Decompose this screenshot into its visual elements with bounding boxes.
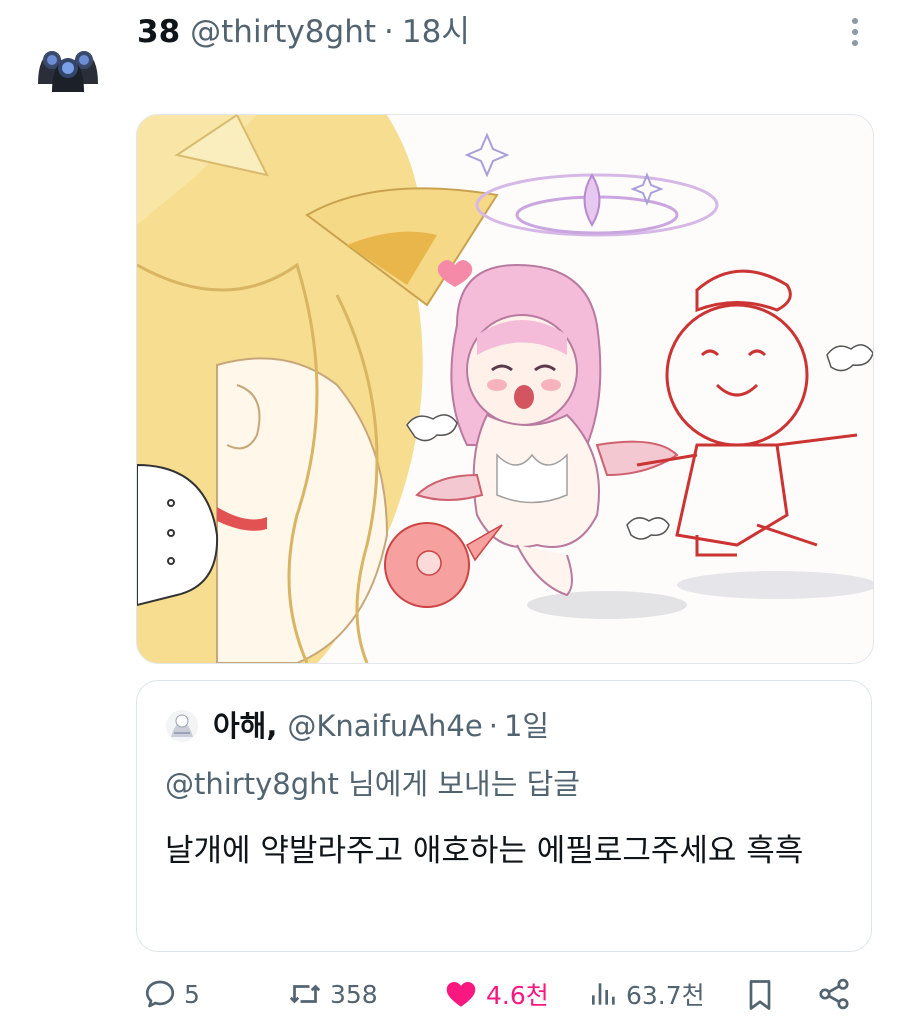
quoted-post-timestamp[interactable]: 1일 — [504, 705, 549, 747]
author-display-name[interactable]: 38 — [137, 10, 180, 54]
repost-button[interactable]: 358 — [286, 976, 378, 1012]
author-avatar[interactable] — [28, 22, 108, 102]
views-button[interactable]: 63.7천 — [588, 976, 705, 1012]
reply-context: @thirty8ght 님에게 보내는 답글 — [165, 767, 580, 801]
more-options-icon[interactable] — [842, 18, 868, 50]
heart-icon — [446, 982, 476, 1007]
like-count: 4.6천 — [486, 981, 549, 1010]
post-media-image[interactable] — [136, 114, 874, 664]
share-icon — [819, 978, 849, 1010]
quoted-post[interactable]: 아해, @KnaifuAh4e · 1일 @thirty8ght 님에게 보내는… — [136, 680, 872, 952]
quoted-author-avatar[interactable] — [165, 709, 199, 743]
header-separator: · — [384, 14, 394, 50]
views-icon — [592, 983, 615, 1005]
quoted-post-text: 날개에 약발라주고 애호하는 에필로그주세요 흑흑 — [165, 833, 804, 869]
tweet: 38 @thirty8ght · 18시 아해, @KnaifuAh4e · 1… — [0, 0, 900, 1022]
like-button[interactable]: 4.6천 — [442, 976, 549, 1012]
reply-count: 5 — [184, 979, 200, 1009]
action-bar: 5 358 4.6천 63.7천 — [136, 970, 872, 1022]
quoted-author-handle[interactable]: @KnaifuAh4e — [287, 705, 482, 747]
reply-button[interactable]: 5 — [142, 976, 200, 1012]
post-timestamp[interactable]: 18시 — [402, 10, 470, 54]
repost-count: 358 — [330, 979, 378, 1009]
share-button[interactable] — [816, 976, 858, 1012]
author-handle[interactable]: @thirty8ght — [190, 10, 376, 54]
repost-icon — [289, 984, 321, 1004]
quoted-author-display-name[interactable]: 아해, — [213, 705, 277, 747]
bookmark-icon — [749, 980, 771, 1010]
reply-icon — [145, 980, 175, 1008]
post-header: 38 @thirty8ght · 18시 — [137, 10, 470, 54]
bookmark-button[interactable] — [742, 976, 784, 1014]
quoted-header-separator: · — [488, 709, 498, 743]
views-count: 63.7천 — [626, 981, 705, 1010]
quoted-post-header: 아해, @KnaifuAh4e · 1일 — [165, 705, 549, 747]
